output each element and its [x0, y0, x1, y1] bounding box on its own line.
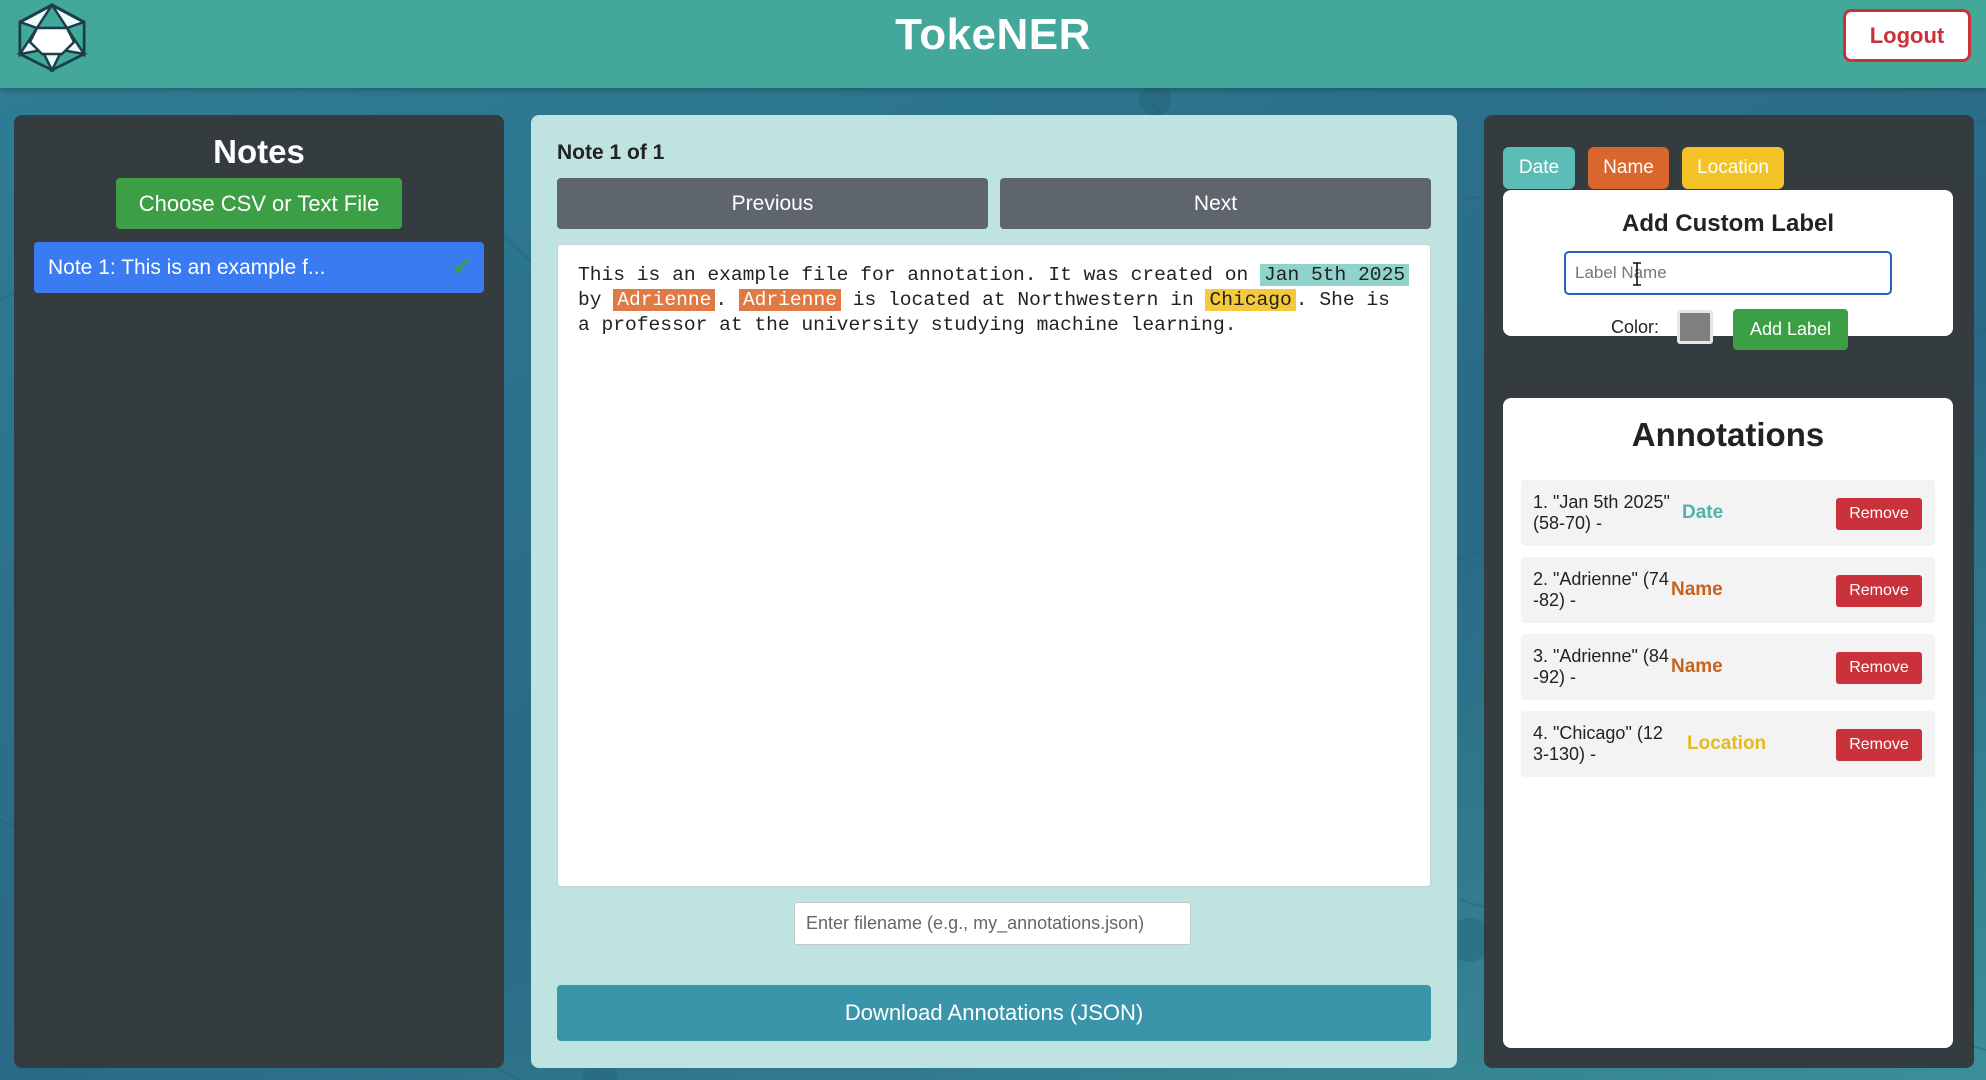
custom-label-card: Add Custom Label Color: Add Label	[1503, 190, 1953, 350]
annotation-label: Name	[1671, 579, 1723, 600]
add-label-button[interactable]: Add Label	[1733, 309, 1848, 350]
app-title: TokeNER	[895, 10, 1091, 59]
annotation-text: 1. "Jan 5th 2025" (58-70) -	[1533, 492, 1670, 533]
checkmark-icon: ✔	[451, 254, 472, 281]
note-counter: Note 1 of 1	[557, 141, 665, 164]
annotation-label: Date	[1682, 502, 1724, 523]
custom-label-title: Add Custom Label	[1621, 210, 1834, 237]
download-annotations-button[interactable]: Download Annotations (JSON)	[557, 985, 1431, 1041]
previous-button[interactable]: Previous	[557, 178, 988, 229]
annotation-text: 4. "Chicago" (123-130) -	[1533, 723, 1663, 764]
note-list-item[interactable]: Note 1: This is an example f... ✔	[34, 242, 484, 293]
remove-annotation-button[interactable]: Remove	[1836, 652, 1922, 684]
notes-title: Notes	[213, 133, 305, 170]
editor-panel: Note 1 of 1 Previous Next This is an exa…	[531, 115, 1457, 1068]
text-cursor-icon	[1633, 262, 1641, 286]
note-item-label: Note 1: This is an example f...	[48, 255, 326, 279]
note-text-area[interactable]: This is an example file for annotation. …	[557, 244, 1431, 887]
annotation-text: 3. "Adrienne" (84-92) -	[1533, 646, 1669, 687]
note-text-segment: This is an example file for annotation. …	[578, 264, 1260, 286]
label-chip-name[interactable]: Name	[1588, 147, 1669, 189]
remove-annotation-button[interactable]: Remove	[1836, 729, 1922, 761]
label-chip-location[interactable]: Location	[1682, 147, 1784, 189]
top-header: TokeNER Logout	[0, 0, 1986, 88]
remove-annotation-button[interactable]: Remove	[1836, 498, 1922, 530]
note-text-segment: is located at Northwestern in	[840, 289, 1206, 311]
color-label: Color:	[1611, 317, 1660, 337]
annotation-row: 2. "Adrienne" (74-82) - Name Remove	[1521, 557, 1935, 623]
label-chip-date[interactable]: Date	[1503, 147, 1575, 189]
remove-annotation-button[interactable]: Remove	[1836, 575, 1922, 607]
highlight-location[interactable]: Chicago	[1205, 289, 1296, 311]
annotations-title: Annotations	[1631, 416, 1825, 453]
choose-file-button[interactable]: Choose CSV or Text File	[116, 178, 402, 229]
note-text-segment: .	[715, 289, 739, 311]
highlight-name[interactable]: Adrienne	[738, 289, 841, 311]
annotation-text: 2. "Adrienne" (74-82) -	[1533, 569, 1669, 610]
filename-input[interactable]	[794, 902, 1191, 945]
annotation-row: 3. "Adrienne" (84-92) - Name Remove	[1521, 634, 1935, 700]
notes-panel: Notes Choose CSV or Text File Note 1: Th…	[14, 115, 504, 1068]
logout-button[interactable]: Logout	[1843, 9, 1971, 62]
label-name-input[interactable]	[1564, 251, 1892, 295]
labels-panel: Date Name Location Add Custom Label Colo…	[1484, 115, 1974, 1068]
annotation-label: Name	[1671, 656, 1723, 677]
highlight-date[interactable]: Jan 5th 2025	[1259, 264, 1410, 286]
annotations-card: Annotations 1. "Jan 5th 2025" (58-70) - …	[1503, 398, 1953, 1048]
annotation-row: 4. "Chicago" (123-130) - Location Remove	[1521, 711, 1935, 777]
color-picker[interactable]	[1677, 310, 1713, 344]
next-button[interactable]: Next	[1000, 178, 1431, 229]
highlight-name[interactable]: Adrienne	[613, 289, 716, 311]
annotation-row: 1. "Jan 5th 2025" (58-70) - Date Remove	[1521, 480, 1935, 546]
annotation-label: Location	[1687, 733, 1767, 754]
